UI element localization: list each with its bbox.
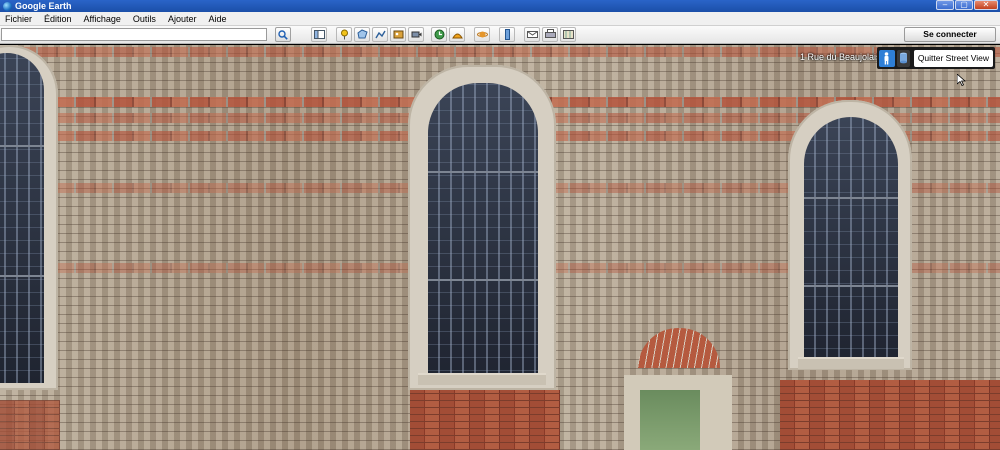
window-bar	[428, 279, 538, 281]
add-polygon-button[interactable]	[354, 27, 370, 42]
ground-level-view-button[interactable]	[879, 49, 895, 67]
window-sill	[798, 357, 904, 369]
close-button[interactable]: ✕	[974, 0, 998, 10]
record-tour-button[interactable]	[408, 27, 424, 42]
barred-window	[0, 53, 44, 383]
menu-outils[interactable]: Outils	[127, 12, 162, 26]
photo-mode-button[interactable]	[896, 49, 910, 67]
street-view-viewport[interactable]	[0, 45, 1000, 450]
street-address-label: 1 Rue du Beaujolais	[800, 52, 881, 62]
polygon-icon	[356, 29, 368, 39]
envelope-icon	[526, 31, 538, 38]
brick-patch	[780, 380, 1000, 450]
menu-aide[interactable]: Aide	[202, 12, 232, 26]
window-bar	[428, 171, 538, 173]
tour-icon	[411, 31, 421, 38]
window-title: Google Earth	[15, 1, 72, 11]
map-icon	[562, 30, 574, 39]
sun-icon	[451, 33, 463, 39]
search-button[interactable]	[275, 27, 291, 42]
planet-icon	[476, 31, 488, 38]
brick-patch	[410, 390, 560, 450]
search-icon	[278, 29, 288, 40]
window-bar	[0, 275, 44, 277]
print-button[interactable]	[542, 27, 558, 42]
window-controls: – ▢ ✕	[936, 0, 998, 11]
menu-bar: Fichier Édition Affichage Outils Ajouter…	[0, 12, 1000, 26]
menu-edition[interactable]: Édition	[38, 12, 78, 26]
ruler-button[interactable]	[499, 27, 515, 42]
email-button[interactable]	[524, 27, 540, 42]
add-image-overlay-button[interactable]	[390, 27, 406, 42]
sunlight-button[interactable]	[449, 27, 465, 42]
minimize-button[interactable]: –	[936, 0, 954, 10]
sidebar-icon	[313, 30, 325, 39]
search-input[interactable]	[1, 28, 267, 41]
cylinder-icon	[899, 52, 907, 64]
barred-window	[428, 83, 538, 383]
google-earth-icon	[3, 1, 12, 11]
window-sill	[418, 373, 546, 385]
historical-imagery-button[interactable]	[431, 27, 447, 42]
brick-patch	[0, 400, 60, 450]
menu-fichier[interactable]: Fichier	[0, 12, 38, 26]
path-icon	[374, 30, 386, 39]
clock-globe-icon	[434, 29, 444, 40]
title-bar: Google Earth – ▢ ✕	[0, 0, 1000, 12]
maximize-button[interactable]: ▢	[955, 0, 973, 10]
sidebar-toggle-button[interactable]	[311, 27, 327, 42]
door-opening	[640, 390, 700, 450]
window-bar	[804, 197, 898, 199]
sign-in-button[interactable]: Se connecter	[904, 27, 996, 42]
switch-planet-button[interactable]	[474, 27, 490, 42]
window-bar	[0, 145, 44, 147]
toolbar: Se connecter	[0, 26, 1000, 44]
ruler-icon	[504, 29, 510, 40]
pushpin-icon	[340, 29, 348, 40]
exit-street-view-button[interactable]: Quitter Street View	[913, 49, 993, 67]
pegman-icon	[884, 51, 889, 64]
view-in-maps-button[interactable]	[560, 27, 576, 42]
mouse-cursor-icon	[957, 74, 966, 86]
menu-ajouter[interactable]: Ajouter	[162, 12, 203, 26]
printer-icon	[544, 29, 556, 38]
window-bar	[804, 285, 898, 287]
image-overlay-icon	[393, 30, 403, 39]
add-path-button[interactable]	[372, 27, 388, 42]
street-view-controls: Quitter Street View	[877, 47, 995, 69]
add-placemark-button[interactable]	[336, 27, 352, 42]
barred-window	[804, 117, 898, 361]
menu-affichage[interactable]: Affichage	[78, 12, 127, 26]
